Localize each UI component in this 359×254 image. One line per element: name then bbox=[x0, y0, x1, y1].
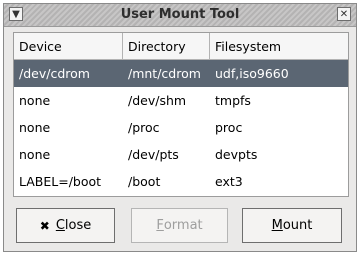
table-header: Device Directory Filesystem bbox=[14, 33, 348, 60]
device-cell: none bbox=[19, 147, 51, 162]
format-button[interactable]: Format bbox=[131, 208, 228, 243]
table-row[interactable]: none /dev/shm tmpfs bbox=[14, 87, 348, 114]
device-cell: none bbox=[19, 93, 51, 108]
directory-cell: /mnt/cdrom bbox=[128, 66, 201, 81]
filesystem-cell: tmpfs bbox=[215, 93, 251, 108]
close-button-label: lose bbox=[64, 218, 92, 233]
filesystem-cell: proc bbox=[215, 120, 243, 135]
directory-cell: /boot bbox=[128, 174, 161, 189]
close-button-mnemonic: C bbox=[55, 218, 65, 233]
filesystem-cell: ext3 bbox=[215, 174, 243, 189]
column-header-filesystem[interactable]: Filesystem bbox=[210, 33, 348, 59]
filesystem-cell: udf,iso9660 bbox=[215, 66, 289, 81]
device-cell: LABEL=/boot bbox=[19, 174, 102, 189]
mount-list: Device Directory Filesystem /dev/cdrom /… bbox=[13, 32, 349, 197]
close-button[interactable]: ✖ Close bbox=[16, 208, 115, 243]
table-row[interactable]: LABEL=/boot /boot ext3 bbox=[14, 168, 348, 195]
device-cell: /dev/cdrom bbox=[19, 66, 90, 81]
column-header-device[interactable]: Device bbox=[14, 33, 123, 59]
mount-button-label: ount bbox=[282, 218, 313, 233]
directory-cell: /dev/pts bbox=[128, 147, 179, 162]
mount-button[interactable]: Mount bbox=[242, 208, 342, 243]
table-row[interactable]: /dev/cdrom /mnt/cdrom udf,iso9660 bbox=[14, 60, 348, 87]
format-button-mnemonic: F bbox=[156, 218, 164, 233]
window-title: User Mount Tool bbox=[120, 7, 240, 22]
close-icon[interactable]: ✕ bbox=[337, 7, 351, 21]
filesystem-cell: devpts bbox=[215, 147, 258, 162]
close-x-icon: ✖ bbox=[39, 218, 50, 233]
column-header-directory[interactable]: Directory bbox=[123, 33, 210, 59]
mount-button-mnemonic: M bbox=[271, 218, 283, 233]
table-row[interactable]: none /dev/pts devpts bbox=[14, 141, 348, 168]
table-row[interactable]: none /proc proc bbox=[14, 114, 348, 141]
format-button-label: ormat bbox=[163, 218, 203, 233]
user-mount-tool-window: ▼ User Mount Tool ✕ Device Directory Fil… bbox=[3, 3, 357, 252]
device-cell: none bbox=[19, 120, 51, 135]
title-bar[interactable]: ▼ User Mount Tool ✕ bbox=[4, 4, 356, 27]
directory-cell: /dev/shm bbox=[128, 93, 187, 108]
directory-cell: /proc bbox=[128, 120, 160, 135]
